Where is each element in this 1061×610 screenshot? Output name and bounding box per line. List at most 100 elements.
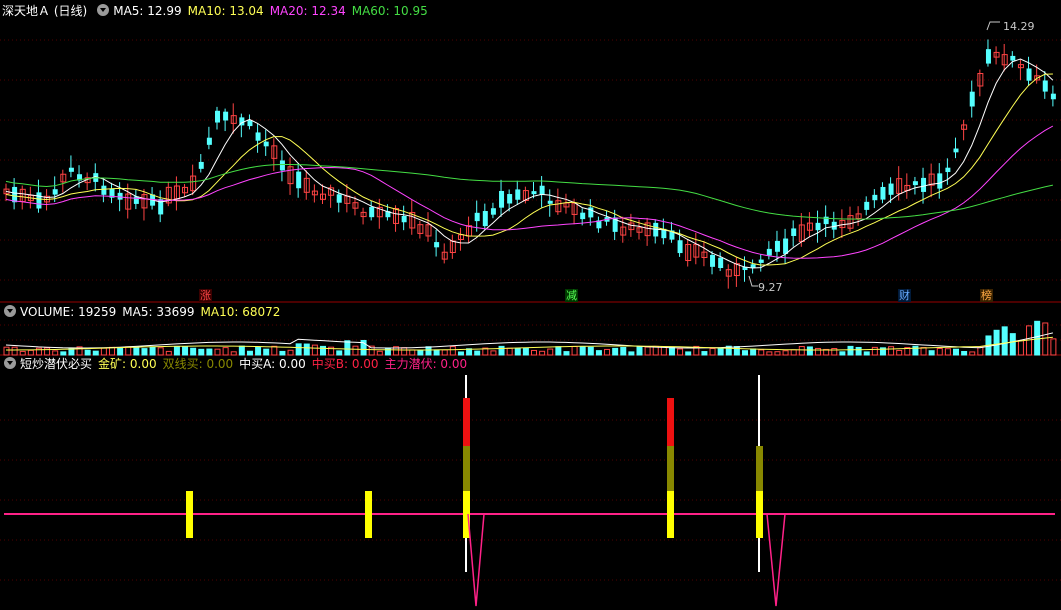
volume-ma5-line: [5, 332, 1054, 349]
candle-down: [68, 167, 74, 172]
volume-bar: [490, 350, 497, 356]
volume-bar: [506, 347, 513, 356]
indicator-dropdown-icon[interactable]: [97, 4, 110, 16]
event-marker-jian[interactable]: 减: [565, 289, 578, 302]
volume-bar: [238, 345, 245, 356]
signal-zhuli: 主力潜伏: 0.00: [384, 357, 468, 371]
volume-bar: [766, 351, 773, 356]
volume-bar: [587, 346, 594, 356]
candle-down: [223, 111, 229, 121]
ma20-value: MA20: 12.34: [269, 4, 346, 18]
volume-value: VOLUME: 19259: [20, 305, 117, 319]
shuangxian-bar: [756, 446, 763, 491]
volume-bar: [344, 340, 351, 356]
volume-bar: [953, 348, 959, 356]
candle-down: [580, 212, 586, 220]
candle-down: [499, 190, 505, 208]
volume-bar: [352, 345, 359, 356]
candle-down: [247, 120, 253, 127]
volume-bar: [539, 350, 546, 356]
zhuli-spike: [467, 513, 485, 607]
volume-bar: [401, 347, 408, 356]
stock-chart-window[interactable]: 深天地Ａ (日线) MA5: 12.99 MA10: 13.04 MA20: 12.3…: [0, 0, 1061, 610]
volume-bar: [35, 347, 42, 356]
candle-down: [783, 238, 789, 254]
candle-down: [490, 208, 496, 215]
zhongmai-b-bar: [463, 398, 470, 446]
price-high-label: 14.29: [1003, 20, 1035, 33]
candle-down: [953, 148, 959, 153]
volume-bar: [117, 347, 124, 356]
candle-down: [872, 194, 878, 201]
signal-dropdown-icon[interactable]: [4, 357, 16, 369]
volume-bar: [912, 345, 919, 356]
volume-bar: [3, 346, 10, 356]
ma60-value: MA60: 10.95: [351, 4, 428, 18]
candle-down: [766, 248, 772, 256]
volume-bar: [320, 345, 326, 356]
volume-bar: [157, 347, 164, 356]
volume-bar: [604, 348, 611, 356]
candle-down: [921, 177, 927, 192]
candle-down: [369, 207, 375, 218]
event-marker-bang[interactable]: 榜: [980, 289, 993, 302]
volume-bar: [1017, 340, 1024, 356]
volume-bar: [936, 348, 943, 356]
ma5-value: MA5: 12.99: [113, 4, 182, 18]
low-price-pointer: [748, 275, 758, 287]
volume-bar: [255, 346, 262, 356]
volume-bar: [271, 345, 278, 356]
jinkuang-bar: [365, 491, 372, 538]
jinkuang-bar: [756, 491, 763, 538]
candle-down: [215, 110, 220, 123]
high-price-pointer: [986, 21, 1000, 31]
zhuli-spike: [766, 513, 786, 607]
candle-down: [531, 191, 537, 195]
event-marker-zhang[interactable]: 涨: [199, 289, 212, 302]
shuangxian-bar: [463, 446, 470, 491]
candle-down: [263, 141, 269, 147]
volume-dropdown-icon[interactable]: [4, 305, 16, 317]
volume-bar: [896, 349, 903, 356]
volume-bar: [109, 346, 115, 356]
candle-down: [401, 215, 407, 223]
volume-bar: [563, 351, 570, 356]
volume-bar: [133, 346, 140, 356]
volume-bar: [1050, 338, 1057, 356]
volume-bar: [668, 346, 675, 356]
volume-bar: [644, 346, 651, 356]
volume-bar: [628, 351, 635, 356]
volume-bar: [303, 343, 310, 356]
signal-shuangxian: 双线买: 0.00: [162, 357, 234, 371]
signal-zhongmai-b: 中买B: 0.00: [311, 357, 379, 371]
candle-down: [133, 196, 139, 204]
volume-panel-header: VOLUME: 19259 MA5: 33699 MA10: 68072: [0, 303, 286, 321]
candle-down: [198, 161, 204, 169]
volume-bar: [384, 347, 391, 356]
volume-bar: [222, 347, 229, 356]
volume-bar: [742, 350, 748, 356]
candle-down: [1042, 80, 1048, 92]
ma20-line: [5, 125, 1054, 259]
volume-bar: [1034, 320, 1041, 356]
main-panel-header: 深天地Ａ (日线) MA5: 12.99 MA10: 13.04 MA20: 12.3…: [0, 2, 434, 20]
volume-bar: [474, 350, 481, 356]
signal-zhongmai-a: 中买A: 0.00: [239, 357, 306, 371]
candle-down: [864, 201, 870, 210]
volume-ma10-value: MA10: 68072: [200, 305, 281, 319]
candle-down: [888, 183, 894, 195]
volume-bar: [595, 350, 602, 356]
volume-bar: [969, 351, 976, 356]
volume-bar: [425, 346, 432, 356]
volume-bar: [498, 345, 505, 356]
volume-bar: [100, 347, 107, 356]
volume-bar: [571, 345, 578, 356]
volume-bar: [798, 346, 805, 356]
candle-down: [677, 240, 683, 254]
volume-bar: [555, 346, 562, 356]
candle-down: [434, 242, 440, 248]
volume-bar: [579, 346, 586, 356]
volume-bar: [182, 346, 189, 356]
volume-bar: [855, 346, 862, 356]
event-marker-cai[interactable]: 财: [898, 289, 911, 302]
